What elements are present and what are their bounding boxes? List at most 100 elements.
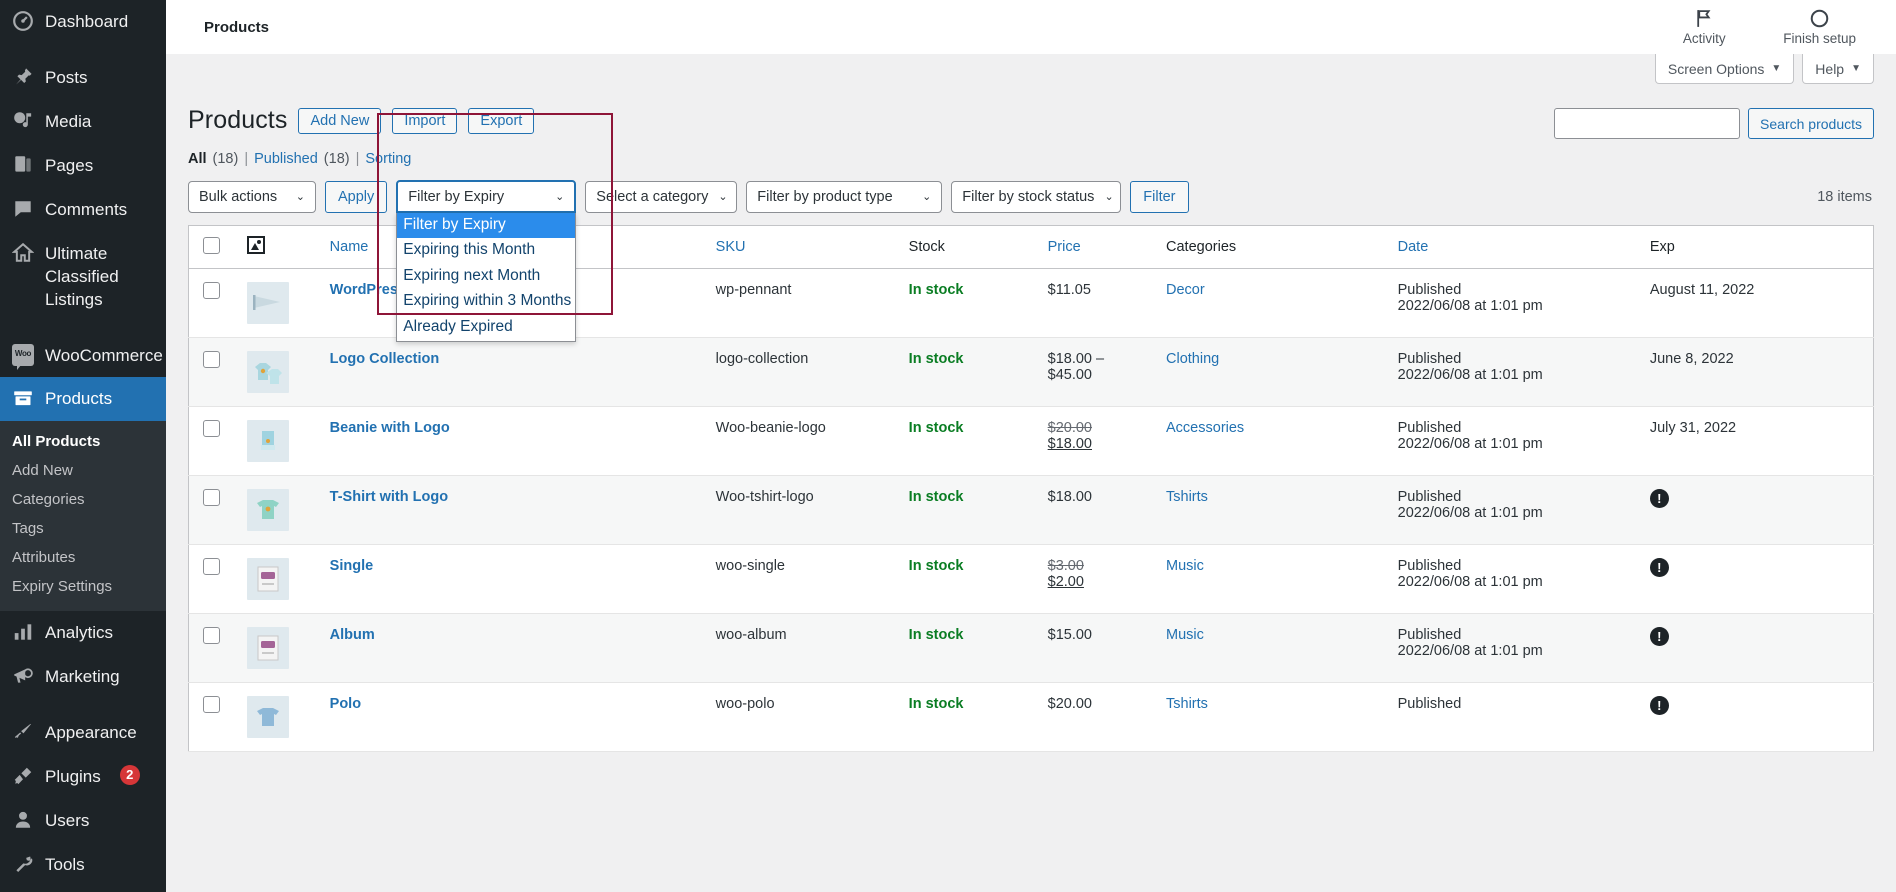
product-name-link[interactable]: Album xyxy=(330,627,375,643)
row-stock-cell: In stock xyxy=(900,682,1040,752)
chevron-down-icon: ⌄ xyxy=(922,191,932,203)
chevron-down-icon: ▼ xyxy=(1851,63,1861,74)
product-name-link[interactable]: T-Shirt with Logo xyxy=(330,489,448,505)
status-link-sorting[interactable]: Sorting xyxy=(365,151,411,167)
select-all-header xyxy=(188,225,240,269)
date-value: 2022/06/08 at 1:01 pm xyxy=(1397,298,1543,314)
row-checkbox-cell xyxy=(188,613,240,683)
row-categories-cell: Accessories xyxy=(1158,406,1390,476)
row-checkbox[interactable] xyxy=(203,489,220,506)
product-name-link[interactable]: Single xyxy=(330,558,374,574)
category-link[interactable]: Music xyxy=(1166,558,1204,574)
category-link[interactable]: Accessories xyxy=(1166,420,1244,436)
sidebar-item-label: Plugins xyxy=(45,767,101,787)
sidebar-item-label: Media xyxy=(45,111,92,131)
status-link-all[interactable]: All xyxy=(188,151,207,167)
sidebar-item-woocommerce[interactable]: Woo WooCommerce xyxy=(0,334,166,378)
activity-button[interactable]: Activity xyxy=(1671,8,1737,46)
submenu-item-categories[interactable]: Categories xyxy=(0,485,166,514)
sidebar-item-users[interactable]: Users xyxy=(0,799,166,843)
row-checkbox[interactable] xyxy=(203,282,220,299)
analytics-icon xyxy=(14,624,32,641)
expiry-option-filter-by-expiry[interactable]: Filter by Expiry xyxy=(397,213,576,239)
row-sku-cell: wp-pennant xyxy=(707,268,901,338)
product-name-link[interactable]: Logo Collection xyxy=(330,351,440,367)
sidebar-item-ultimate-classified-listings[interactable]: Ultimate Classified Listings xyxy=(0,232,166,322)
row-checkbox[interactable] xyxy=(203,696,220,713)
filter-button[interactable]: Filter xyxy=(1130,180,1189,213)
sidebar-item-marketing[interactable]: Marketing xyxy=(0,655,166,699)
submenu-item-attributes[interactable]: Attributes xyxy=(0,543,166,572)
product-name-link[interactable]: Beanie with Logo xyxy=(330,420,450,436)
date-status: Published xyxy=(1397,627,1462,643)
expiry-option-expiring-within-3-months[interactable]: Expiring within 3 Months xyxy=(397,289,575,314)
row-thumbnail-cell xyxy=(239,268,322,338)
row-date-cell: Published 2022/06/08 at 1:01 pm xyxy=(1389,406,1642,476)
add-new-button[interactable]: Add New xyxy=(298,107,382,134)
apply-button[interactable]: Apply xyxy=(325,180,388,213)
row-stock-cell: In stock xyxy=(900,613,1040,683)
category-link[interactable]: Decor xyxy=(1166,282,1205,298)
table-filter-bar: Bulk actions ⌄ Apply Filter by Expiry ⌄ … xyxy=(188,177,1874,343)
status-link-published[interactable]: Published xyxy=(254,151,318,167)
expiry-option-already-expired[interactable]: Already Expired xyxy=(397,315,575,340)
sidebar-item-pages[interactable]: Pages xyxy=(0,144,166,188)
sidebar-item-media[interactable]: Media xyxy=(0,100,166,144)
expiry-warning-icon: ! xyxy=(1649,627,1669,646)
category-filter-select[interactable]: Select a category ⌄ xyxy=(585,180,738,213)
category-link[interactable]: Tshirts xyxy=(1166,489,1208,505)
row-checkbox-cell xyxy=(188,544,240,614)
sidebar-item-label: Analytics xyxy=(45,623,114,643)
wp-admin-toolbar: Products Activity Finish setup xyxy=(166,0,1896,54)
help-button[interactable]: Help ▼ xyxy=(1802,54,1874,84)
product-thumbnail xyxy=(247,489,290,531)
product-type-filter-select[interactable]: Filter by product type ⌄ xyxy=(746,180,943,213)
expiry-option-expiring-next-month[interactable]: Expiring next Month xyxy=(397,264,575,289)
row-checkbox[interactable] xyxy=(203,627,220,644)
category-link[interactable]: Music xyxy=(1166,627,1204,643)
sidebar-item-label: Tools xyxy=(45,855,85,875)
column-header-date[interactable]: Date xyxy=(1389,225,1642,269)
sidebar-item-products[interactable]: Products xyxy=(0,377,166,422)
sidebar-item-analytics[interactable]: Analytics xyxy=(0,611,166,655)
sidebar-item-appearance[interactable]: Appearance xyxy=(0,711,166,755)
sidebar-item-dashboard[interactable]: Dashboard xyxy=(0,0,166,44)
search-input[interactable] xyxy=(1554,108,1741,139)
select-all-checkbox[interactable] xyxy=(203,236,220,254)
row-checkbox[interactable] xyxy=(203,558,220,575)
sidebar-item-tools[interactable]: Tools xyxy=(0,843,166,887)
search-products-button[interactable]: Search products xyxy=(1748,108,1874,139)
submenu-item-all-products[interactable]: All Products xyxy=(0,427,166,456)
bulk-actions-select[interactable]: Bulk actions ⌄ xyxy=(188,180,316,213)
column-header-sku[interactable]: SKU xyxy=(707,225,901,269)
filter-by-expiry-select[interactable]: Filter by Expiry ⌄ xyxy=(396,180,577,213)
finish-setup-button[interactable]: Finish setup xyxy=(1783,8,1856,46)
wrench-icon xyxy=(16,856,33,873)
submenu-item-add-new[interactable]: Add New xyxy=(0,456,166,485)
expiry-option-expiring-this-month[interactable]: Expiring this Month xyxy=(397,238,575,263)
submenu-item-tags[interactable]: Tags xyxy=(0,514,166,543)
product-name-link[interactable]: Polo xyxy=(330,696,361,712)
import-button[interactable]: Import xyxy=(392,107,458,134)
screen-options-button[interactable]: Screen Options ▼ xyxy=(1654,54,1795,84)
category-link[interactable]: Tshirts xyxy=(1166,696,1208,712)
row-checkbox[interactable] xyxy=(203,420,220,437)
product-type-filter-label: Filter by product type xyxy=(757,188,893,205)
sidebar-item-posts[interactable]: Posts xyxy=(0,56,166,100)
finish-setup-label: Finish setup xyxy=(1783,31,1856,46)
stock-status-filter-select[interactable]: Filter by stock status ⌄ xyxy=(951,180,1122,213)
price-sale: $2.00 xyxy=(1047,574,1084,590)
sidebar-item-plugins[interactable]: Plugins 2 xyxy=(0,755,166,799)
stock-status: In stock xyxy=(908,489,964,505)
category-link[interactable]: Clothing xyxy=(1166,351,1219,367)
date-value: 2022/06/08 at 1:01 pm xyxy=(1397,367,1543,383)
stock-status: In stock xyxy=(908,696,964,712)
sidebar-item-comments[interactable]: Comments xyxy=(0,188,166,232)
polo-icon xyxy=(257,708,280,726)
row-date-cell: Published 2022/06/08 at 1:01 pm xyxy=(1389,337,1642,407)
submenu-item-expiry-settings[interactable]: Expiry Settings xyxy=(0,572,166,601)
row-date-cell: Published xyxy=(1389,682,1642,752)
export-button[interactable]: Export xyxy=(468,107,535,134)
column-header-price[interactable]: Price xyxy=(1039,225,1159,269)
row-checkbox[interactable] xyxy=(203,351,220,368)
